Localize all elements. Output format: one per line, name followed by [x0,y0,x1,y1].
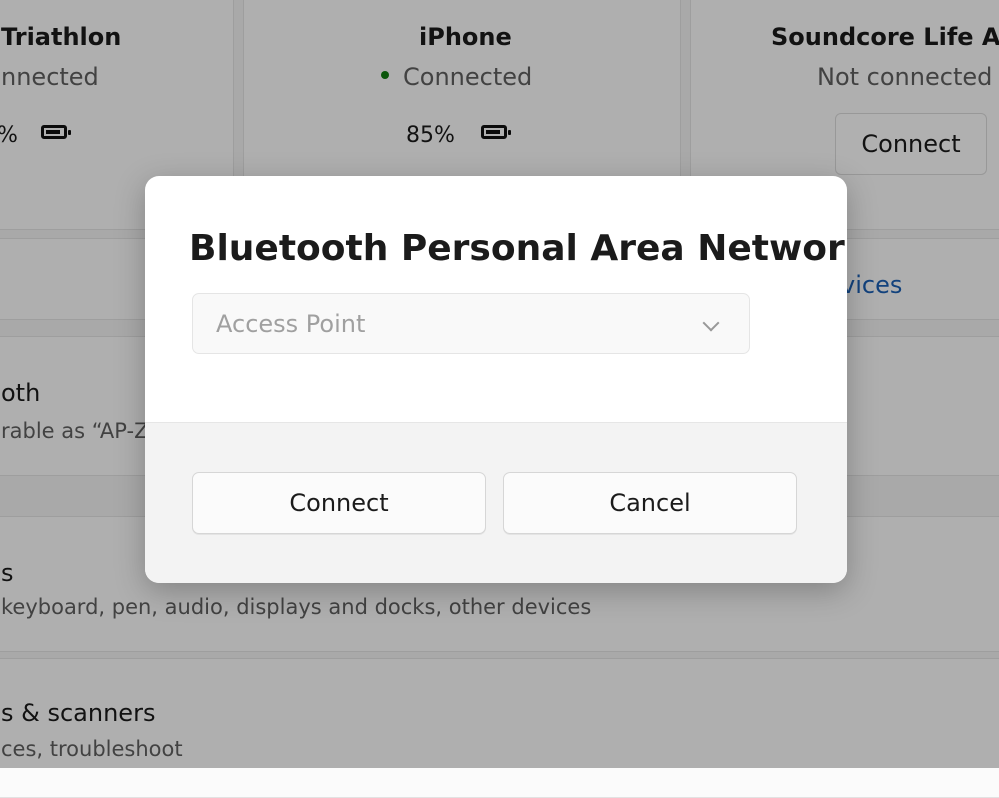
connect-button[interactable]: Connect [192,472,486,534]
dialog-footer: Connect Cancel [145,422,847,583]
dropdown-value: Access Point [216,310,366,338]
bluetooth-pan-dialog: Bluetooth Personal Area Network Access P… [145,176,847,583]
chevron-down-icon [702,314,720,332]
cancel-button[interactable]: Cancel [503,472,797,534]
access-point-dropdown[interactable]: Access Point [192,293,750,354]
dialog-title: Bluetooth Personal Area Network [189,228,847,269]
